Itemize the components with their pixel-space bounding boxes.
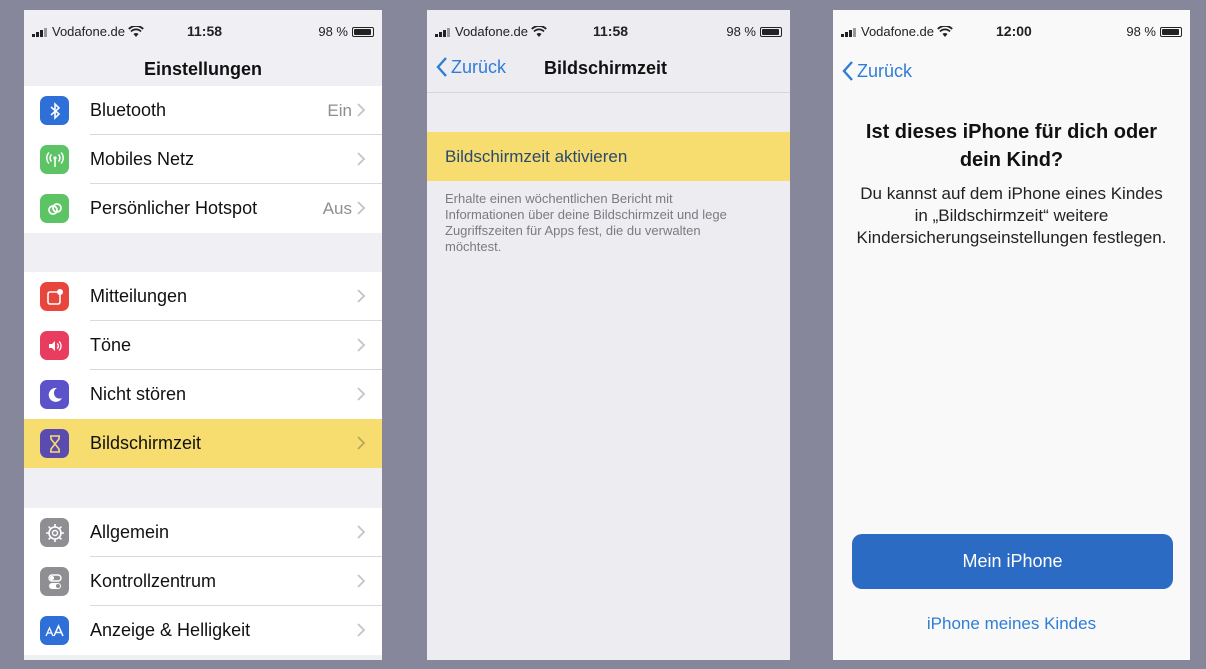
settings-row-general[interactable]: Allgemein [24,508,382,557]
clock: 11:58 [593,23,629,39]
settings-row-label: Mobiles Netz [90,149,195,169]
moon-icon [40,380,69,409]
chevron-right-icon [357,338,366,352]
chevron-left-icon [436,57,447,77]
settings-row-label: Nicht stören [90,384,187,404]
clock: 12:00 [996,23,1032,39]
chevron-right-icon [357,574,366,588]
gear-icon [40,518,69,547]
battery-percent: 98 % [726,24,756,39]
carrier-label: Vodafone.de [52,24,126,39]
back-label: Zurück [451,56,507,77]
chevron-right-icon [357,103,366,117]
settings-group-connectivity: Bluetooth Ein Mobiles Netz Persönlicher … [24,86,382,233]
battery-icon [760,26,782,37]
back-button[interactable]: Zurück [435,56,506,78]
carrier-label: Vodafone.de [861,24,935,39]
settings-row-value: Aus [322,198,352,218]
bluetooth-icon [40,96,69,125]
hotspot-icon [40,194,69,223]
chevron-left-icon [842,61,853,81]
settings-row-label: Anzeige & Helligkeit [90,620,251,640]
settings-row-hotspot[interactable]: Persönlicher Hotspot Aus [24,184,382,233]
wifi-icon [128,25,144,37]
signal-icon [435,27,450,37]
page-title: Einstellungen [143,59,262,79]
settings-row-value: Ein [327,100,352,120]
antenna-icon [40,145,69,174]
settings-row-label: Persönlicher Hotspot [90,198,258,218]
wifi-icon [531,25,547,37]
settings-row-label: Bildschirmzeit [90,433,202,453]
toggles-icon [40,567,69,596]
settings-row-control-center[interactable]: Kontrollzentrum [24,557,382,606]
settings-row-notifications[interactable]: Mitteilungen [24,272,382,321]
chevron-right-icon [357,436,366,450]
signal-icon [32,27,47,37]
wifi-icon [937,25,953,37]
battery-icon [352,26,374,37]
notifications-icon [40,282,69,311]
screen-time-intro-screen: Vodafone.de 11:58 98 % Zurück Bildschirm… [427,10,790,660]
settings-row-label: Allgemein [90,522,170,542]
carrier-label: Vodafone.de [455,24,529,39]
question-description: Du kannst auf dem iPhone eines Kindes in… [856,184,1167,247]
battery-percent: 98 % [318,24,348,39]
chevron-right-icon [357,152,366,166]
settings-group-general: Allgemein Kontrollzentrum Anzeige & Hell… [24,508,382,655]
settings-row-screen-time[interactable]: Bildschirmzeit [24,419,382,468]
text-size-icon [40,616,69,645]
my-iphone-button[interactable]: Mein iPhone [852,534,1173,589]
signal-icon [841,27,856,37]
settings-row-label: Mitteilungen [90,286,188,306]
settings-group-notifications: Mitteilungen Töne Nicht stören Bildschir… [24,272,382,468]
status-bar: Vodafone.de 11:58 98 % [24,10,382,54]
settings-row-mobile-network[interactable]: Mobiles Netz [24,135,382,184]
back-button[interactable]: Zurück [841,60,912,82]
chevron-right-icon [357,525,366,539]
settings-row-bluetooth[interactable]: Bluetooth Ein [24,86,382,135]
chevron-right-icon [357,623,366,637]
status-bar: Vodafone.de 12:00 98 % [833,10,1190,54]
back-label: Zurück [857,60,913,81]
chevron-right-icon [357,201,366,215]
chevron-right-icon [357,289,366,303]
settings-row-display-brightness[interactable]: Anzeige & Helligkeit [24,606,382,655]
status-bar: Vodafone.de 11:58 98 % [427,10,790,54]
chevron-right-icon [357,387,366,401]
screen-time-description: Erhalte einen wöchentlichen Bericht mit … [445,191,727,254]
settings-row-label: Bluetooth [90,100,167,120]
settings-row-do-not-disturb[interactable]: Nicht stören [24,370,382,419]
battery-icon [1160,26,1182,37]
battery-percent: 98 % [1126,24,1156,39]
settings-screen: Vodafone.de 11:58 98 % Einstellungen Blu… [24,10,382,660]
hourglass-icon [40,429,69,458]
settings-row-sounds[interactable]: Töne [24,321,382,370]
settings-row-label: Töne [90,335,132,355]
sounds-icon [40,331,69,360]
child-iphone-link[interactable]: iPhone meines Kindes [833,614,1190,634]
activate-label: Bildschirmzeit aktivieren [445,146,628,166]
page-title: Bildschirmzeit [544,58,668,78]
question-heading: Ist dieses iPhone für dich oder dein Kin… [865,121,1158,171]
activate-screen-time-button[interactable]: Bildschirmzeit aktivieren [427,132,790,181]
device-owner-screen: Vodafone.de 12:00 98 % Zurück Ist dieses… [833,10,1190,660]
settings-row-label: Kontrollzentrum [90,571,217,591]
clock: 11:58 [187,23,223,39]
